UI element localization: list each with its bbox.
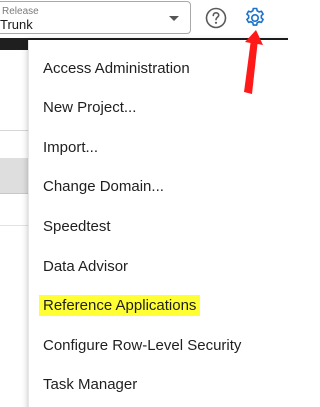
menu-item-change-domain[interactable]: Change Domain... — [29, 167, 288, 206]
release-select-label: Release — [2, 6, 39, 17]
chevron-down-icon — [169, 16, 179, 21]
menu-item-label: Change Domain... — [43, 178, 164, 195]
menu-item-task-manager[interactable]: Task Manager — [29, 365, 288, 404]
menu-item-label: Reference Applications — [39, 295, 201, 316]
menu-item-data-advisor[interactable]: Data Advisor — [29, 247, 288, 286]
gear-icon[interactable] — [243, 6, 267, 30]
menu-item-configure-row-level-security[interactable]: Configure Row-Level Security — [29, 326, 288, 365]
release-select[interactable]: Release Trunk — [0, 1, 191, 34]
menu-item-import[interactable]: Import... — [29, 128, 288, 167]
menu-item-speedtest[interactable]: Speedtest — [29, 207, 288, 246]
menu-item-label: Import... — [43, 139, 99, 156]
menu-item-label: Access Administration — [43, 60, 190, 77]
menu-item-reference-applications[interactable]: Reference Applications — [29, 286, 288, 325]
menu-item-label: Data Advisor — [43, 258, 129, 275]
release-select-value: Trunk — [0, 17, 33, 32]
menu-item-label: Speedtest — [43, 218, 111, 235]
help-icon[interactable] — [204, 6, 228, 30]
menu-item-label: Configure Row-Level Security — [43, 337, 242, 354]
menu-item-label: New Project... — [43, 99, 137, 116]
menu-item-label: Task Manager — [43, 376, 138, 393]
red-arrow-annotation — [244, 30, 263, 94]
app-window: Release Trunk Access Administration New — [0, 0, 288, 407]
